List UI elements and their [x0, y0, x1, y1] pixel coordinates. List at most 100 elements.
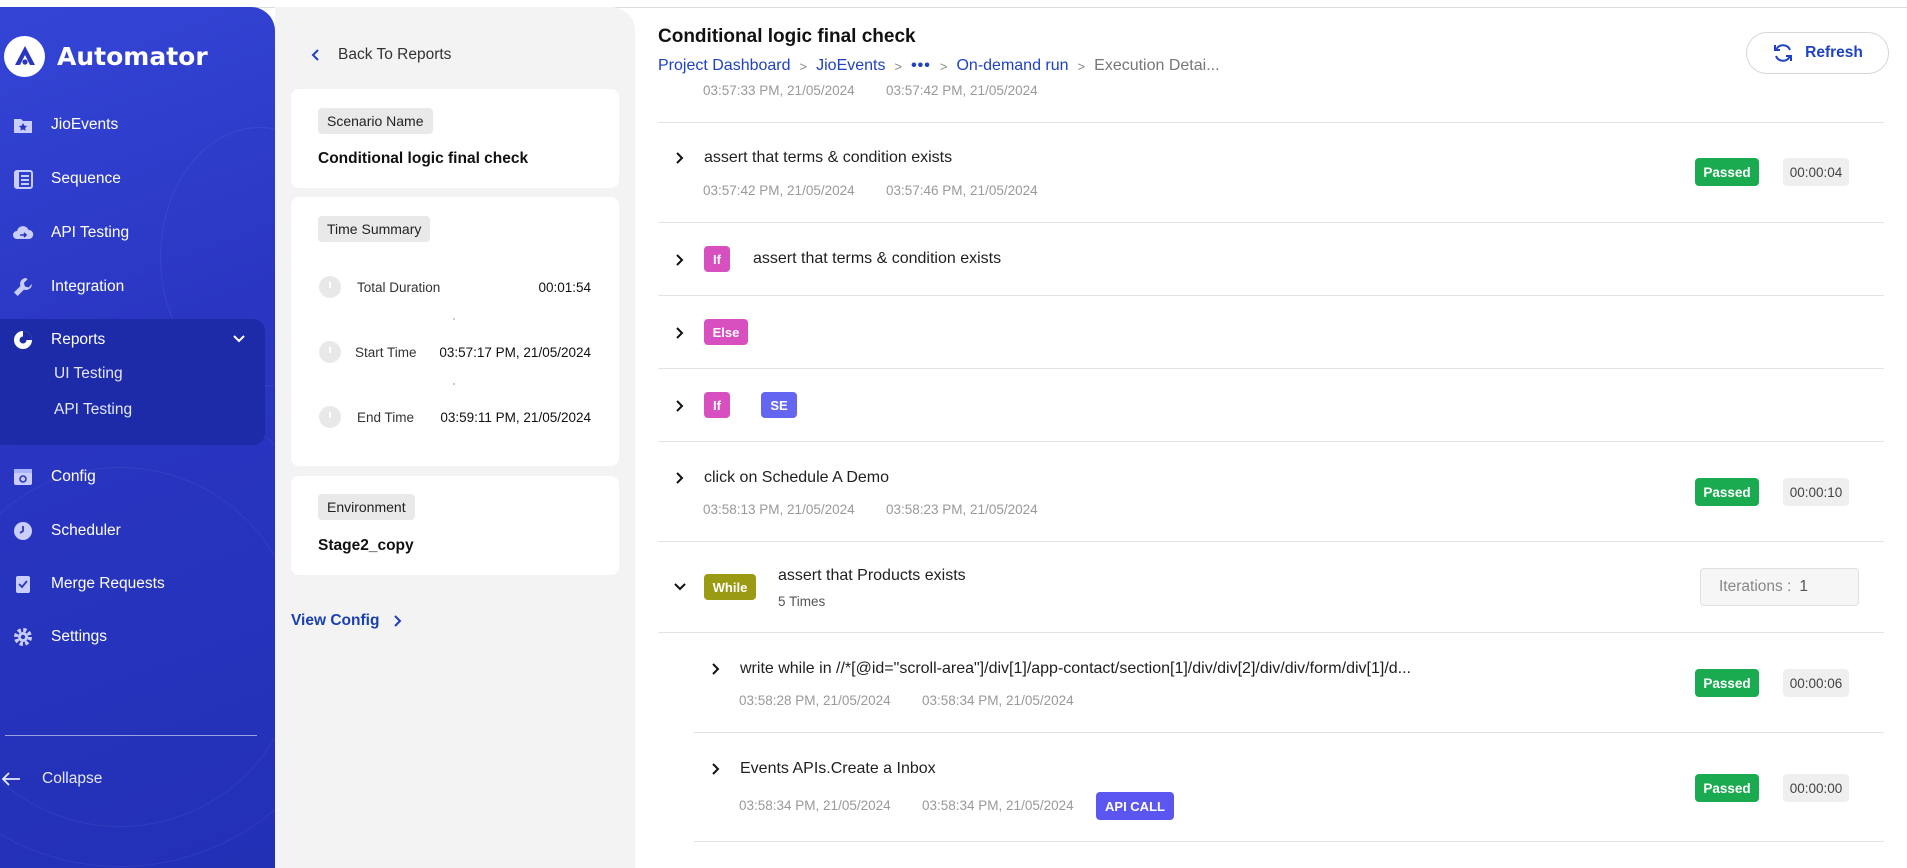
- breadcrumb: Project Dashboard > JioEvents > ••• > On…: [658, 57, 1220, 75]
- status-badge: Passed: [1695, 478, 1759, 506]
- step-text: write while in //*[@id="scroll-area"]/di…: [740, 660, 1411, 677]
- breadcrumb-project-dashboard[interactable]: Project Dashboard: [658, 57, 791, 75]
- chevron-right-icon[interactable]: [709, 662, 723, 676]
- clock-icon: [14, 522, 32, 540]
- nested-step-row[interactable]: write while in //*[@id="scroll-area"]/di…: [694, 633, 1884, 733]
- sidebar-item-label: Sequence: [51, 170, 121, 187]
- start-time-label: Start Time: [355, 344, 417, 360]
- if-keyword-badge: If: [704, 392, 730, 418]
- step-text: Events APIs.Create a Inbox: [740, 760, 936, 777]
- breadcrumb-separator: >: [894, 58, 903, 74]
- back-to-reports-link[interactable]: Back To Reports: [310, 46, 451, 64]
- chevron-left-icon: [311, 49, 319, 61]
- while-keyword-badge: While: [704, 574, 756, 600]
- nested-step-row[interactable]: Events APIs.Create a Inbox 03:58:34 PM, …: [694, 733, 1884, 842]
- iterations-value: 1: [1799, 578, 1808, 595]
- collapse-label: Collapse: [42, 770, 103, 787]
- start-time-value: 03:57:17 PM, 21/05/2024: [439, 344, 591, 360]
- environment-name: Stage2_copy: [318, 537, 414, 554]
- sidebar-subitem-ui-testing[interactable]: UI Testing: [54, 365, 123, 383]
- view-config-link[interactable]: View Config: [291, 612, 403, 630]
- wrench-icon: [14, 278, 32, 296]
- refresh-button[interactable]: Refresh: [1746, 32, 1889, 74]
- chevron-right-icon[interactable]: [673, 151, 687, 165]
- environment-card: Environment Stage2_copy: [291, 476, 619, 575]
- sidebar-item-sequence[interactable]: Sequence: [0, 161, 275, 197]
- duration-badge: 00:00:00: [1783, 774, 1849, 802]
- sidebar-item-reports[interactable]: Reports: [0, 322, 275, 358]
- status-badge: Passed: [1695, 774, 1759, 802]
- step-start-time: 03:58:34 PM, 21/05/2024: [739, 798, 891, 813]
- else-keyword-badge: Else: [704, 319, 748, 345]
- scenario-tag: Scenario Name: [318, 108, 433, 134]
- scenario-card: Scenario Name Conditional logic final ch…: [291, 89, 619, 188]
- app-root: Automator JioEvents Sequence API Testing…: [0, 0, 1907, 868]
- timeline-dot: [453, 318, 455, 320]
- step-row-else[interactable]: Else: [658, 296, 1884, 369]
- page-title: Conditional logic final check: [658, 26, 916, 47]
- breadcrumb-execution-details: Execution Detai...: [1094, 57, 1220, 74]
- step-row-if[interactable]: If SE: [658, 369, 1884, 442]
- sidebar-item-config[interactable]: Config: [0, 459, 275, 495]
- sidebar-item-scheduler[interactable]: Scheduler: [0, 513, 275, 549]
- end-time-label: End Time: [357, 409, 415, 425]
- sidebar-item-merge-requests[interactable]: Merge Requests: [0, 566, 275, 602]
- clock-icon: [319, 406, 341, 428]
- collapse-button[interactable]: Collapse: [0, 768, 102, 790]
- step-row-if[interactable]: If assert that terms & condition exists: [658, 223, 1884, 296]
- sidebar-item-label: Integration: [51, 278, 125, 295]
- arrow-left-icon: [1, 772, 20, 786]
- step-row[interactable]: click on Schedule A Demo 03:58:13 PM, 21…: [658, 442, 1884, 542]
- step-text: assert that terms & condition exists: [753, 250, 1002, 267]
- step-end-time: 03:58:34 PM, 21/05/2024: [922, 693, 1074, 708]
- chevron-down-icon[interactable]: [232, 334, 246, 344]
- status-badge: Passed: [1695, 669, 1759, 697]
- sidebar-item-label: Merge Requests: [51, 575, 165, 592]
- gear-icon: [14, 628, 32, 646]
- step-row[interactable]: assert that terms & condition exists 03:…: [658, 123, 1884, 223]
- end-time-row: End Time 03:59:11 PM, 21/05/2024: [319, 406, 591, 428]
- config-window-icon: [14, 469, 32, 485]
- chevron-right-icon[interactable]: [673, 326, 687, 340]
- breadcrumb-more[interactable]: •••: [911, 57, 931, 75]
- chevron-right-icon[interactable]: [673, 253, 687, 267]
- if-keyword-badge: If: [704, 246, 730, 272]
- sidebar-item-label: Reports: [51, 331, 106, 348]
- iterations-selector[interactable]: Iterations : 1: [1700, 568, 1859, 606]
- environment-tag: Environment: [318, 494, 415, 520]
- step-start-time: 03:58:28 PM, 21/05/2024: [739, 693, 891, 708]
- star-folder-icon: [14, 119, 32, 133]
- step-end-time: 03:58:23 PM, 21/05/2024: [886, 502, 1038, 517]
- step-start-time: 03:58:13 PM, 21/05/2024: [703, 502, 855, 517]
- brand[interactable]: Automator: [4, 35, 208, 77]
- step-text: assert that terms & condition exists: [704, 149, 953, 166]
- breadcrumb-jioevents[interactable]: JioEvents: [816, 57, 885, 75]
- sidebar: Automator JioEvents Sequence API Testing…: [0, 7, 275, 868]
- chevron-right-icon[interactable]: [673, 471, 687, 485]
- total-duration-label: Total Duration: [357, 279, 441, 295]
- clipboard-check-icon: [16, 576, 30, 593]
- start-time-row: Start Time 03:57:17 PM, 21/05/2024: [319, 341, 591, 363]
- chevron-right-icon[interactable]: [709, 762, 723, 776]
- chevron-right-icon[interactable]: [673, 399, 687, 413]
- timeline-dot: [453, 383, 455, 385]
- sidebar-item-label: JioEvents: [51, 116, 119, 133]
- iterations-label: Iterations :: [1719, 578, 1792, 595]
- refresh-icon: [1774, 44, 1793, 62]
- se-keyword-badge: SE: [761, 392, 797, 418]
- sidebar-item-api-testing[interactable]: API Testing: [0, 215, 275, 251]
- sidebar-item-jioevents[interactable]: JioEvents: [0, 107, 275, 143]
- sidebar-subitem-api-testing[interactable]: API Testing: [54, 401, 132, 419]
- step-end-time: 03:57:46 PM, 21/05/2024: [886, 183, 1038, 198]
- clock-icon: [319, 341, 341, 363]
- sidebar-item-label: Scheduler: [51, 522, 121, 539]
- pie-chart-icon: [14, 331, 32, 349]
- sidebar-item-settings[interactable]: Settings: [0, 619, 275, 655]
- list-icon: [14, 170, 33, 189]
- breadcrumb-on-demand-run[interactable]: On-demand run: [956, 57, 1068, 75]
- step-row-partial: 03:57:33 PM, 21/05/2024 03:57:42 PM, 21/…: [658, 80, 1884, 123]
- chevron-down-icon[interactable]: [673, 580, 687, 594]
- sidebar-item-integration[interactable]: Integration: [0, 269, 275, 305]
- time-summary-card: Time Summary Total Duration 00:01:54 Sta…: [291, 197, 619, 466]
- breadcrumb-separator: >: [799, 58, 808, 74]
